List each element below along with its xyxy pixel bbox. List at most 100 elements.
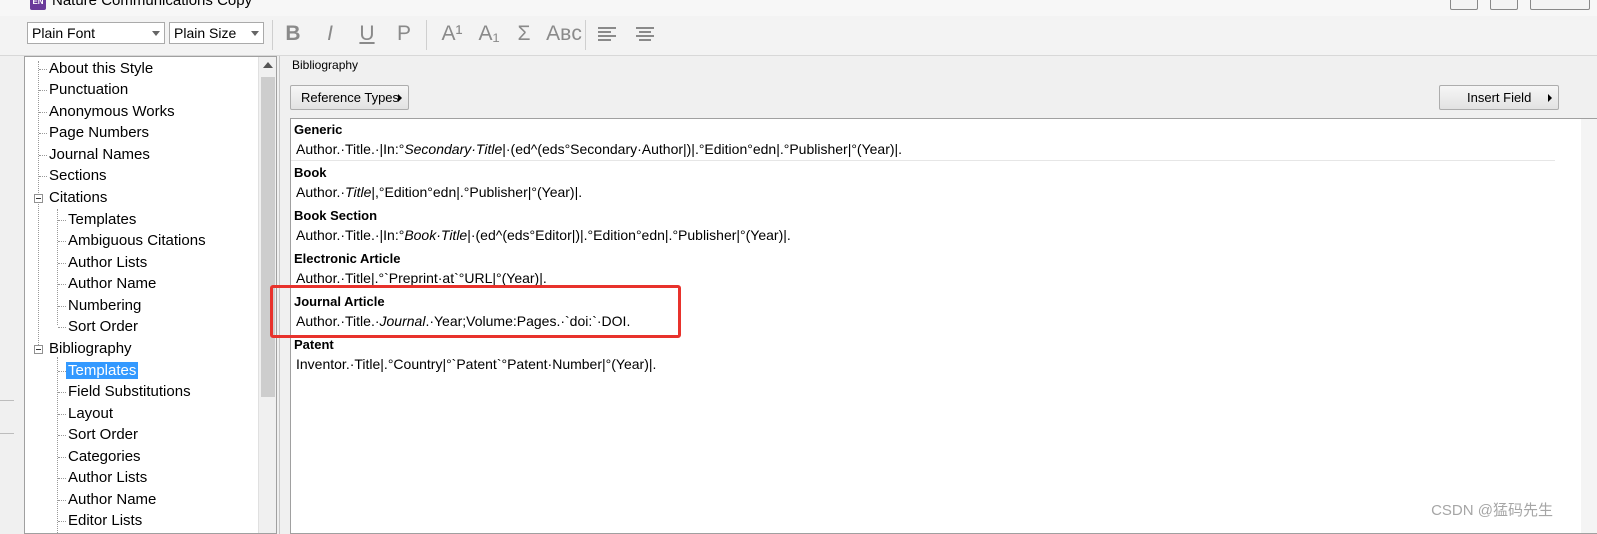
insert-field-button[interactable]: Insert Field [1439, 85, 1559, 110]
ref-type-generic: Generic [294, 122, 343, 137]
tree-item-citations[interactable]: Citations [49, 188, 107, 208]
tree-item-label: Citations [49, 189, 108, 206]
tree-item-label: Categories [68, 448, 141, 465]
section-title: Bibliography [292, 58, 359, 72]
tree-item-bibliography[interactable]: Bibliography [49, 339, 132, 359]
tree-item-label: Sort Order [68, 426, 139, 443]
tree-item-label: Sort Order [68, 318, 139, 335]
tree-item-label: Bibliography [49, 340, 132, 357]
tree-item-about-this-style[interactable]: About this Style [49, 59, 153, 79]
toolbar-divider [585, 20, 586, 50]
tree-item-label: Templates [68, 211, 137, 228]
tree-item-punctuation[interactable]: Punctuation [49, 80, 128, 100]
tree-item-label: Journal Names [49, 146, 150, 163]
close-button[interactable] [1530, 0, 1590, 10]
watermark: CSDN @猛码先生 [1431, 502, 1553, 519]
tree-item-page-numbers[interactable]: Page Numbers [49, 123, 149, 143]
maximize-button[interactable] [1490, 0, 1518, 10]
tree-guide-line [57, 357, 58, 533]
tree-item-bibliography-author-lists[interactable]: Author Lists [68, 468, 147, 488]
tree-item-label: Editor Lists [68, 512, 143, 529]
tree-item-anonymous-works[interactable]: Anonymous Works [49, 102, 175, 122]
tree-item-citation-templates[interactable]: Templates [68, 210, 136, 230]
tree-item-editor-lists[interactable]: Editor Lists [68, 511, 142, 531]
tree-item-label: Sections [49, 167, 107, 184]
tree-item-sections[interactable]: Sections [49, 166, 107, 186]
tree-item-label: Templates [66, 362, 139, 379]
font-select[interactable]: Plain Font [27, 22, 165, 44]
toolbar-divider [272, 20, 273, 50]
scroll-up-arrow-icon[interactable] [263, 62, 273, 68]
tree-item-categories[interactable]: Categories [68, 447, 141, 467]
align-left-icon[interactable] [598, 27, 616, 41]
chevron-right-icon [1548, 94, 1552, 102]
format-toolbar: Plain Font Plain Size B I U P A¹ A₁ Σ Aʙ… [0, 16, 1597, 56]
tree-item-bibliography-sort-order[interactable]: Sort Order [68, 425, 138, 445]
tree-item-citation-author-lists[interactable]: Author Lists [68, 253, 147, 273]
tree-item-label: Page Numbers [49, 124, 150, 141]
endnote-style-editor-window: EN Nature Communications Copy Plain Font… [0, 0, 1597, 534]
collapse-bibliography-icon[interactable] [34, 345, 43, 354]
tree-item-label: Field Substitutions [68, 383, 191, 400]
size-select-value: Plain Size [174, 25, 237, 41]
chevron-down-icon [152, 31, 160, 36]
reference-types-label: Reference Types [301, 90, 400, 105]
style-section-tree: About this Style Punctuation Anonymous W… [24, 56, 277, 534]
tree-item-bibliography-author-name[interactable]: Author Name [68, 490, 156, 510]
tree-item-label: Numbering [68, 297, 142, 314]
insert-field-label: Insert Field [1467, 90, 1532, 105]
underline-button[interactable]: U [352, 20, 382, 48]
toolbar-divider [426, 20, 427, 50]
window-edge [0, 400, 14, 434]
symbol-button[interactable]: Σ [509, 20, 539, 48]
template-book-section[interactable]: Author.·Title.·|In:°Book·Title|·(ed^(eds… [296, 227, 791, 243]
tree-item-label: Author Name [68, 275, 157, 292]
ref-type-electronic-article: Electronic Article [294, 251, 401, 266]
tree-item-journal-names[interactable]: Journal Names [49, 145, 150, 165]
ref-type-book: Book [294, 165, 327, 180]
tree-item-label: Author Lists [68, 254, 148, 271]
journal-article-highlight-box [270, 285, 681, 338]
chevron-right-icon [398, 94, 402, 102]
plain-button[interactable]: P [389, 20, 419, 48]
title-bar: EN Nature Communications Copy [0, 0, 1597, 16]
tree-item-numbering[interactable]: Numbering [68, 296, 141, 316]
tree-item-ambiguous-citations[interactable]: Ambiguous Citations [68, 231, 206, 251]
ref-type-book-section: Book Section [294, 208, 378, 223]
window-title: Nature Communications Copy [52, 0, 253, 9]
collapse-citations-icon[interactable] [34, 194, 43, 203]
tree-item-label: Ambiguous Citations [68, 232, 206, 249]
align-center-icon[interactable] [636, 27, 654, 41]
endnote-app-icon: EN [30, 0, 46, 10]
size-select[interactable]: Plain Size [169, 22, 264, 44]
tree-item-label: Author Name [68, 491, 157, 508]
tree-item-label: Layout [68, 405, 114, 422]
tree-item-label: Punctuation [49, 81, 129, 98]
tree-item-field-substitutions[interactable]: Field Substitutions [68, 382, 191, 402]
subscript-button[interactable]: A₁ [474, 20, 504, 48]
tree-item-label: Author Lists [68, 469, 148, 486]
tree-item-label: About this Style [49, 60, 154, 77]
tree-guide-line [57, 209, 58, 325]
superscript-button[interactable]: A¹ [437, 20, 467, 48]
tree-item-label: Anonymous Works [49, 103, 175, 120]
scroll-thumb[interactable] [261, 77, 275, 397]
template-patent[interactable]: Inventor.·Title|.°Country|°`Patent`°Pate… [296, 356, 656, 372]
tree-guide-line [38, 61, 39, 349]
editor-scrollbar[interactable] [1581, 119, 1597, 533]
chevron-down-icon [251, 31, 259, 36]
tree-item-bibliography-templates[interactable]: Templates [66, 361, 139, 381]
template-generic[interactable]: Author.·Title.·|In:°Secondary·Title|·(ed… [296, 141, 902, 157]
reference-types-button[interactable]: Reference Types [290, 85, 409, 110]
tree-item-citation-author-name[interactable]: Author Name [68, 274, 156, 294]
tree-item-layout[interactable]: Layout [68, 404, 113, 424]
bold-button[interactable]: B [278, 20, 308, 48]
ref-type-patent: Patent [294, 337, 334, 352]
small-caps-button[interactable]: Aʙᴄ [546, 20, 582, 48]
italic-button[interactable]: I [315, 20, 345, 48]
font-select-value: Plain Font [32, 25, 96, 41]
minimize-button[interactable] [1450, 0, 1478, 10]
tree-item-citation-sort-order[interactable]: Sort Order [68, 317, 138, 337]
template-book[interactable]: Author.·Title|,°Edition°edn|.°Publisher|… [296, 184, 582, 200]
template-electronic-article[interactable]: Author.·Title|.°`Preprint·at`°URL|°(Year… [296, 270, 547, 286]
